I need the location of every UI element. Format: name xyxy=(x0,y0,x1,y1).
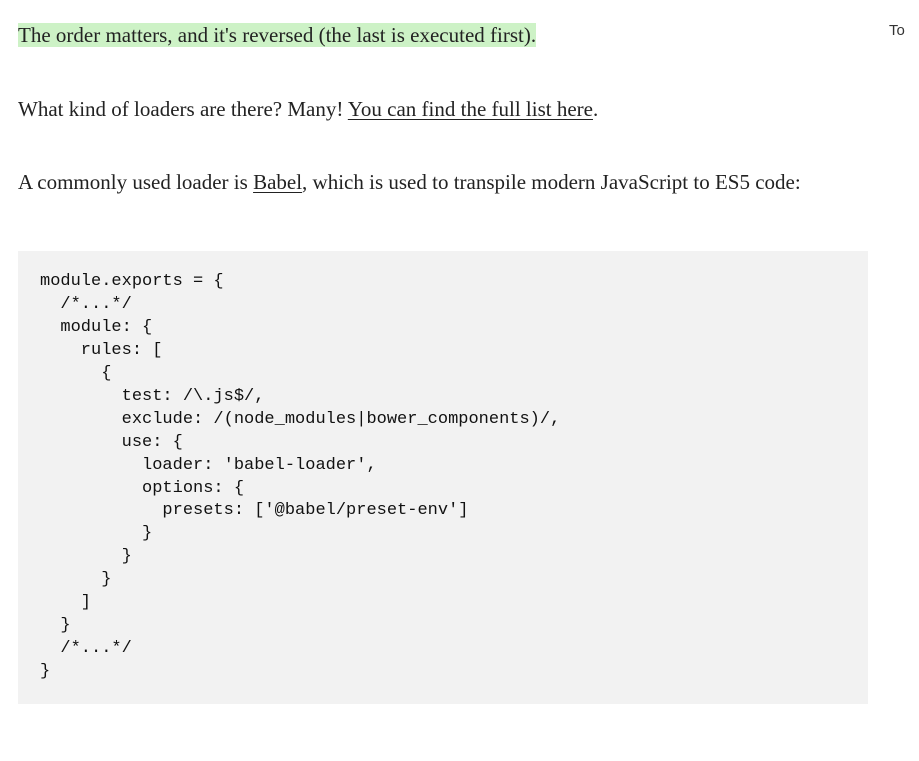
link-full-list[interactable]: You can find the full list here xyxy=(348,97,593,121)
text: What kind of loaders are there? Many! xyxy=(18,97,348,121)
code-block: module.exports = { /*...*/ module: { rul… xyxy=(18,251,868,704)
text: . xyxy=(593,97,598,121)
paragraph-loaders-list: What kind of loaders are there? Many! Yo… xyxy=(18,92,868,128)
paragraph-babel: A commonly used loader is Babel, which i… xyxy=(18,165,868,201)
text: A commonly used loader is xyxy=(18,170,253,194)
highlight: The order matters, and it's reversed (th… xyxy=(18,23,536,47)
sidebar-fragment: To xyxy=(889,18,919,44)
article-body: The order matters, and it's reversed (th… xyxy=(18,18,868,704)
paragraph-highlighted: The order matters, and it's reversed (th… xyxy=(18,18,868,54)
link-babel[interactable]: Babel xyxy=(253,170,302,194)
text: , which is used to transpile modern Java… xyxy=(302,170,801,194)
